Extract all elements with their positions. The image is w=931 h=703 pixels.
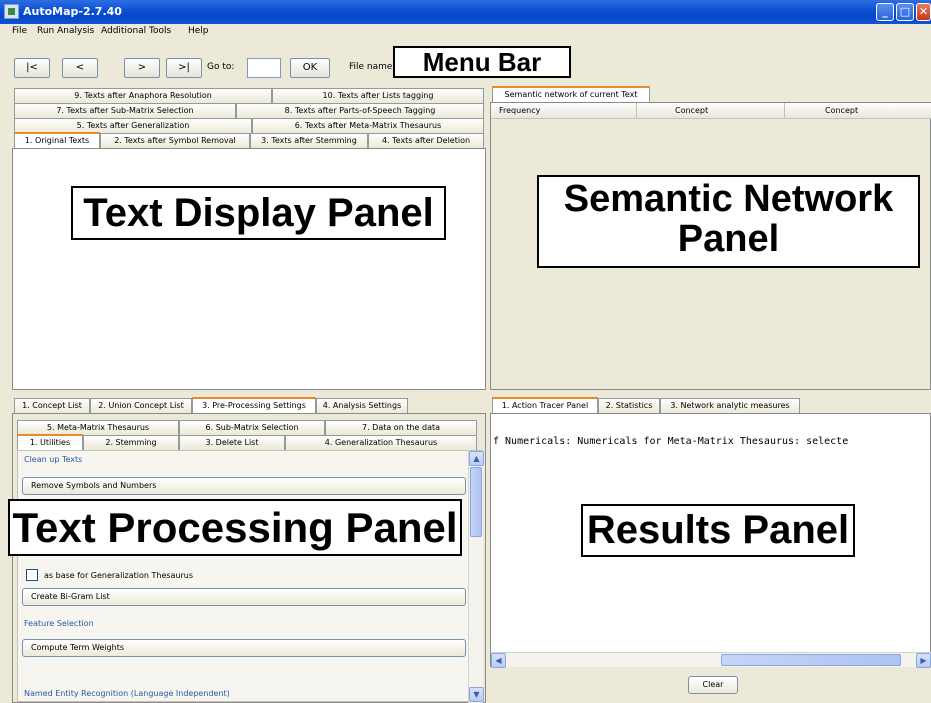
results-annotation: Results Panel (581, 504, 855, 557)
close-button[interactable]: ✕ (916, 3, 931, 21)
action-tracer-text: f Numericals: Numericals for Meta-Matrix… (493, 436, 849, 447)
clear-button[interactable]: Clear (688, 676, 738, 694)
tab-stemming[interactable]: 3. Texts after Stemming (250, 133, 368, 148)
menu-additional-tools[interactable]: Additional Tools (101, 26, 171, 36)
tab-sub-stemming[interactable]: 2. Stemming (83, 435, 179, 450)
tab-meta-matrix-thesaurus[interactable]: 6. Texts after Meta-Matrix Thesaurus (252, 118, 484, 133)
scroll-up-icon[interactable]: ▲ (469, 451, 484, 466)
tab-parts-of-speech[interactable]: 8. Texts after Parts-of-Speech Tagging (236, 103, 484, 118)
next-text-button[interactable]: > (124, 58, 160, 78)
tab-utilities[interactable]: 1. Utilities (17, 434, 83, 450)
column-concept-1[interactable]: Concept (637, 103, 785, 119)
clean-up-label: Clean up Texts (24, 455, 83, 464)
minimize-button[interactable]: _ (876, 3, 894, 21)
generalization-base-checkbox[interactable] (26, 569, 38, 581)
remove-symbols-button[interactable]: Remove Symbols and Numbers (22, 477, 466, 495)
previous-text-button[interactable]: < (62, 58, 98, 78)
title-bar: AutoMap-2.7.40 _ □ ✕ (0, 0, 931, 24)
tab-sub-matrix-selection[interactable]: 7. Texts after Sub-Matrix Selection (14, 103, 236, 118)
tab-delete-list[interactable]: 3. Delete List (179, 435, 285, 450)
named-entity-label: Named Entity Recognition (Language Indep… (24, 689, 230, 698)
results-h-scrollbar[interactable]: ◀ ▶ (491, 652, 931, 668)
processing-panel: 5. Meta-Matrix Thesaurus 6. Sub-Matrix S… (12, 413, 486, 703)
tab-symbol-removal[interactable]: 2. Texts after Symbol Removal (100, 133, 250, 148)
tab-deletion[interactable]: 4. Texts after Deletion (368, 133, 484, 148)
tab-lists-tagging[interactable]: 10. Texts after Lists tagging (272, 88, 484, 103)
scroll-right-icon[interactable]: ▶ (916, 653, 931, 668)
tab-statistics[interactable]: 2. Statistics (598, 398, 660, 413)
menu-help[interactable]: Help (188, 26, 209, 36)
scroll-thumb[interactable] (470, 467, 482, 537)
tab-pre-processing-settings[interactable]: 3. Pre-Processing Settings (192, 397, 316, 413)
compute-term-weights-button[interactable]: Compute Term Weights (22, 639, 466, 657)
window-title: AutoMap-2.7.40 (23, 5, 122, 18)
tab-network-measures[interactable]: 3. Network analytic measures (660, 398, 800, 413)
last-text-button[interactable]: >| (166, 58, 202, 78)
menu-file[interactable]: File (12, 26, 27, 36)
tab-generalization-thesaurus[interactable]: 4. Generalization Thesaurus (285, 435, 477, 450)
ok-button[interactable]: OK (290, 58, 330, 78)
text-display-annotation: Text Display Panel (71, 186, 446, 240)
text-processing-annotation: Text Processing Panel (8, 499, 462, 556)
column-concept-2[interactable]: Concept (785, 103, 931, 119)
tab-concept-list[interactable]: 1. Concept List (14, 398, 90, 413)
tab-sub-matrix[interactable]: 6. Sub-Matrix Selection (179, 420, 325, 435)
feature-selection-label: Feature Selection (24, 619, 94, 628)
generalization-base-label: as base for Generalization Thesaurus (44, 571, 194, 580)
tab-data-on-data[interactable]: 7. Data on the data (325, 420, 477, 435)
tab-generalization[interactable]: 5. Texts after Generalization (14, 118, 252, 133)
tab-union-concept-list[interactable]: 2. Union Concept List (90, 398, 192, 413)
column-frequency[interactable]: Frequency (491, 103, 637, 119)
first-text-button[interactable]: |< (14, 58, 50, 78)
tab-original-texts[interactable]: 1. Original Texts (14, 132, 100, 148)
goto-input[interactable] (247, 58, 281, 78)
tab-semantic-network[interactable]: Semantic network of current Text (492, 86, 650, 102)
scroll-left-icon[interactable]: ◀ (491, 653, 506, 668)
semantic-network-annotation: Semantic Network Panel (537, 175, 920, 268)
tab-analysis-settings[interactable]: 4. Analysis Settings (316, 398, 408, 413)
goto-label: Go to: (207, 62, 235, 72)
scroll-down-icon[interactable]: ▼ (469, 687, 484, 702)
semantic-network-annotation-line2: Panel (677, 217, 780, 260)
menu-bar: File Run Analysis Additional Tools Help (0, 24, 931, 40)
tab-anaphora-resolution[interactable]: 9. Texts after Anaphora Resolution (14, 88, 272, 103)
tab-sub-meta-matrix[interactable]: 5. Meta-Matrix Thesaurus (17, 420, 179, 435)
create-bigram-button[interactable]: Create Bi-Gram List (22, 588, 466, 606)
menu-bar-annotation: Menu Bar (393, 46, 571, 78)
processing-scrollbar[interactable]: ▲ ▼ (468, 451, 484, 703)
app-icon (4, 4, 19, 19)
menu-run-analysis[interactable]: Run Analysis (37, 26, 94, 36)
semantic-network-annotation-line1: Semantic Network (563, 178, 894, 220)
filename-label: File name: (349, 62, 396, 72)
h-scroll-thumb[interactable] (721, 654, 901, 666)
maximize-button[interactable]: □ (896, 3, 914, 21)
tab-action-tracer[interactable]: 1. Action Tracer Panel (492, 397, 598, 413)
utilities-content: Clean up Texts Remove Symbols and Number… (17, 450, 484, 703)
text-display-area[interactable] (12, 148, 486, 390)
